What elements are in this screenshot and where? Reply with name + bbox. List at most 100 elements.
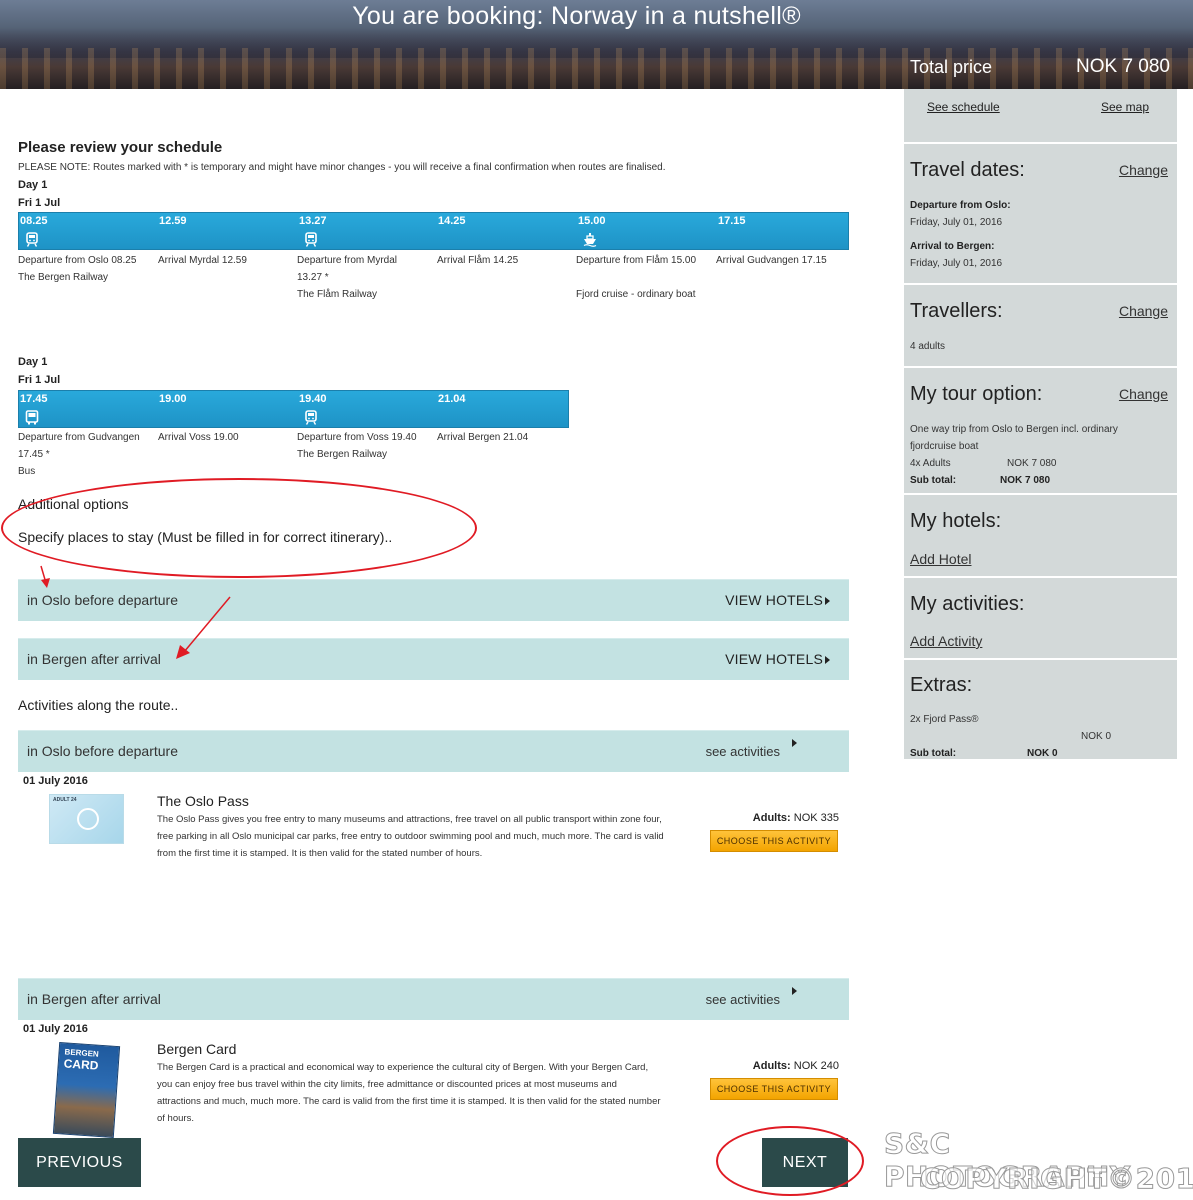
arrival-value: Friday, July 01, 2016 — [910, 258, 1003, 269]
sidebar-extras: Extras: 2x Fjord Pass® NOK 0 Sub total: … — [904, 660, 1177, 761]
change-travellers-link[interactable]: Change — [1119, 303, 1168, 319]
schedule-title: Please review your schedule — [18, 139, 223, 156]
extras-subtotal-value: NOK 0 — [1027, 745, 1058, 762]
leg-time: 15.00 — [578, 215, 606, 227]
activity-price: Adults: NOK 335 — [753, 812, 839, 824]
choose-activity-button[interactable]: CHOOSE THIS ACTIVITY — [710, 1078, 838, 1100]
leg-time: 08.25 — [20, 215, 48, 227]
my-activities-title: My activities: — [910, 593, 1025, 615]
travellers-title: Travellers: — [910, 300, 1003, 322]
price-value: NOK 335 — [793, 812, 839, 824]
leg-line: Departure from Flåm 15.00 — [576, 255, 697, 266]
sidebar-travellers: Travellers: Change 4 adults — [904, 285, 1177, 368]
leg-description: Arrival Bergen 21.04 — [437, 429, 572, 446]
leg-line: Arrival Myrdal 12.59 — [158, 255, 247, 266]
caret-right-icon — [825, 597, 830, 605]
subtotal-value: NOK 0 — [1027, 748, 1058, 759]
sidebar-activities: My activities: Add Activity — [904, 578, 1177, 660]
leg-description: Arrival Myrdal 12.59 — [158, 252, 293, 269]
activity-bar-oslo[interactable]: in Oslo before departure see activities — [18, 730, 849, 772]
see-activities-link[interactable]: see activities — [706, 744, 780, 759]
leg-description: Arrival Voss 19.00 — [158, 429, 293, 446]
activity-bar-bergen[interactable]: in Bergen after arrival see activities — [18, 978, 849, 1020]
price-value: NOK 240 — [793, 1060, 839, 1072]
leg-line: The Bergen Railway — [297, 449, 388, 460]
leg-line: Departure from Myrdal — [297, 255, 398, 266]
leg-line: 13.27 * — [297, 272, 329, 283]
leg-line: Departure from Gudvangen — [18, 432, 140, 443]
annotation-oval — [716, 1126, 864, 1196]
segment-2-date: Fri 1 Jul — [18, 374, 61, 386]
sidebar-hotels: My hotels: Add Hotel — [904, 495, 1177, 578]
add-activity-link[interactable]: Add Activity — [910, 633, 982, 649]
tour-option-line-value: NOK 7 080 — [1007, 458, 1057, 469]
leg-line: Arrival Flåm 14.25 — [437, 255, 519, 266]
total-price-value: NOK 7 080 — [1076, 56, 1170, 77]
bus-icon — [25, 410, 39, 425]
page-title: You are booking: Norway in a nutshell® — [352, 2, 801, 30]
view-hotels-button[interactable]: VIEW HOTELS — [725, 592, 823, 608]
leg-line: 17.45 * — [18, 449, 50, 460]
segment-2-day: Day 1 — [18, 356, 48, 368]
activity-date: 01 July 2016 — [23, 1023, 88, 1035]
sidebar-tour-option: My tour option: Change One way trip from… — [904, 368, 1177, 495]
leg-line: Bus — [18, 466, 36, 477]
leg-description: Departure from Gudvangen 17.45 * Bus — [18, 429, 153, 480]
hotel-bar-oslo[interactable]: in Oslo before departure VIEW HOTELS — [18, 579, 849, 621]
view-hotels-button[interactable]: VIEW HOTELS — [725, 651, 823, 667]
see-map-link[interactable]: See map — [1101, 100, 1149, 114]
train-icon — [26, 232, 38, 247]
activity-name: The Oslo Pass — [157, 793, 249, 809]
see-schedule-link[interactable]: See schedule — [927, 100, 1000, 114]
activity-bar-label: in Bergen after arrival — [27, 991, 161, 1007]
choose-activity-button[interactable]: CHOOSE THIS ACTIVITY — [710, 830, 838, 852]
leg-time: 14.25 — [438, 215, 466, 227]
leg-description: Arrival Gudvangen 17.15 — [716, 252, 851, 269]
leg-line: Departure from Voss 19.40 — [297, 432, 417, 443]
leg-line: The Flåm Railway — [297, 289, 378, 300]
leg-description: Arrival Flåm 14.25 — [437, 252, 572, 269]
tour-option-title: My tour option: — [910, 383, 1043, 405]
header-banner: You are booking: Norway in a nutshell® T… — [0, 0, 1193, 89]
price-label: Adults: — [752, 812, 791, 824]
add-hotel-link[interactable]: Add Hotel — [910, 551, 971, 567]
bergen-card-image: BERGEN CARD — [52, 1041, 121, 1139]
train-icon — [305, 410, 317, 425]
oslo-pass-tag: ADULT 24 — [53, 797, 77, 803]
tour-option-description: One way trip from Oslo to Bergen incl. o… — [910, 424, 1118, 452]
segment-1-date: Fri 1 Jul — [18, 197, 61, 209]
leg-line: The Bergen Railway — [18, 272, 109, 283]
travel-dates-title: Travel dates: — [910, 159, 1025, 181]
leg-description: Departure from Myrdal 13.27 * The Flåm R… — [297, 252, 432, 303]
oslo-pass-image: ADULT 24 — [49, 794, 124, 844]
oslo-pass-logo-icon — [77, 808, 99, 830]
segment-2-timeline: 17.45 19.00 19.40 21.04 — [18, 390, 569, 428]
tour-option-subtotal-value: NOK 7 080 — [1000, 472, 1050, 489]
departure-label: Departure from Oslo: — [910, 200, 1011, 211]
train-icon — [305, 232, 317, 247]
change-dates-link[interactable]: Change — [1119, 162, 1168, 178]
previous-button[interactable]: PREVIOUS — [18, 1138, 141, 1187]
hotel-bar-bergen[interactable]: in Bergen after arrival VIEW HOTELS — [18, 638, 849, 680]
tour-option-subtotal-label: Sub total: — [910, 472, 956, 489]
leg-description: Departure from Voss 19.40 The Bergen Rai… — [297, 429, 432, 463]
leg-line: Fjord cruise - ordinary boat — [576, 289, 696, 300]
change-tour-link[interactable]: Change — [1119, 386, 1168, 402]
leg-line: Departure from Oslo 08.25 — [18, 255, 137, 266]
leg-time: 19.00 — [159, 393, 187, 405]
sidebar-links: See schedule See map — [904, 89, 1177, 144]
leg-time: 12.59 — [159, 215, 187, 227]
tour-option-line-label: 4x Adults — [910, 458, 951, 469]
subtotal-label: Sub total: — [910, 748, 957, 759]
activity-description: The Bergen Card is a practical and econo… — [157, 1062, 661, 1124]
price-label: Adults: — [752, 1060, 791, 1072]
leg-line: Arrival Voss 19.00 — [158, 432, 239, 443]
leg-description: Departure from Oslo 08.25 The Bergen Rai… — [18, 252, 153, 286]
caret-right-icon — [792, 739, 797, 747]
total-price-label: Total price — [910, 57, 993, 77]
leg-time: 19.40 — [299, 393, 327, 405]
caret-right-icon — [792, 987, 797, 995]
see-activities-link[interactable]: see activities — [706, 992, 780, 1007]
subtotal-label: Sub total: — [910, 475, 957, 486]
activity-bar-label: in Oslo before departure — [27, 743, 178, 759]
